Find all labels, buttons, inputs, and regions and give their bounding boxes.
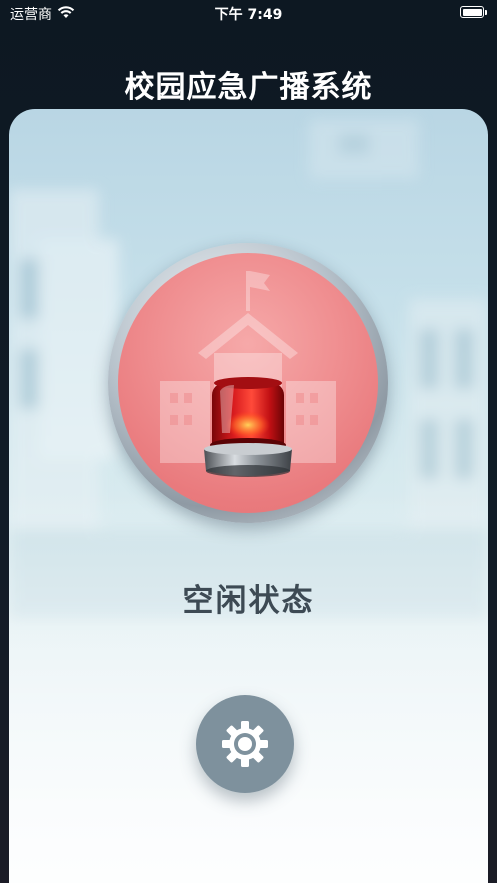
status-state-label: 空闲状态 <box>182 583 315 619</box>
settings-button[interactable] <box>196 695 294 793</box>
app-screen: 运营商 下午 7:49 校园应急广播系统 空闲状态 <box>0 0 497 883</box>
alarm-button-face <box>118 253 378 513</box>
page-title: 校园应急广播系统 <box>124 70 373 105</box>
siren-beacon-icon <box>204 377 292 477</box>
emergency-alarm-button[interactable] <box>108 243 388 523</box>
battery-icon <box>460 6 487 18</box>
status-bar: 运营商 下午 7:49 <box>0 0 497 26</box>
status-time: 下午 7:49 <box>214 7 283 23</box>
gear-icon <box>222 721 268 767</box>
